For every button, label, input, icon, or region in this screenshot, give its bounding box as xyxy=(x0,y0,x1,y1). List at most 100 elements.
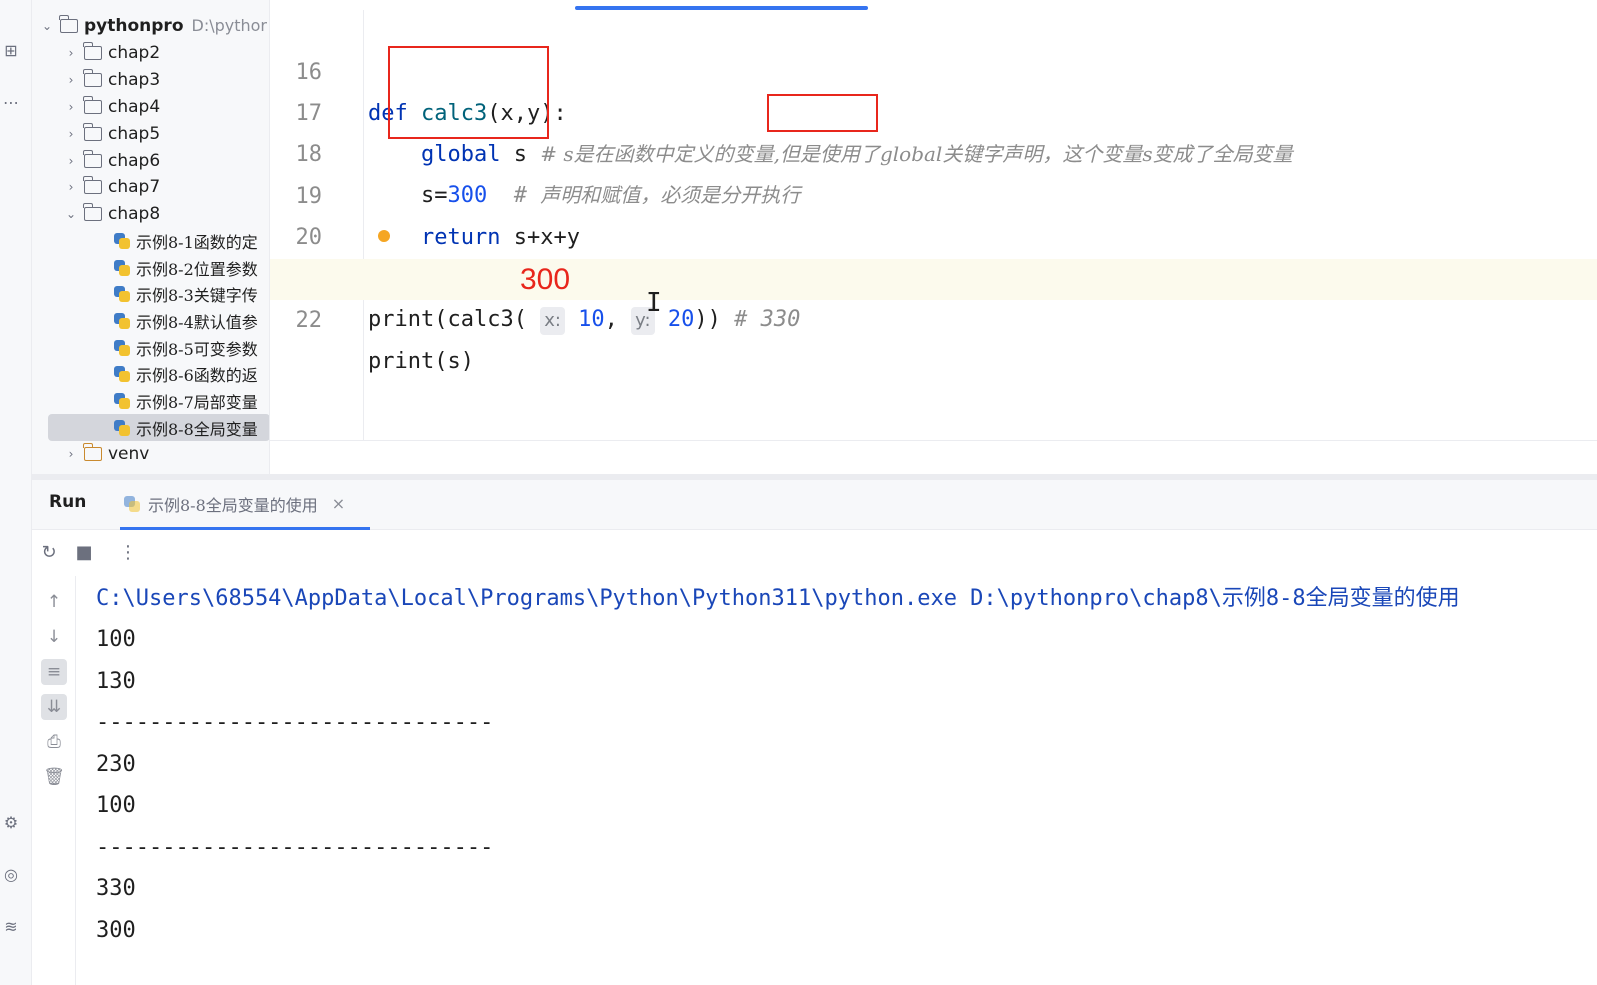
folder-label: chap4 xyxy=(108,96,161,117)
code-line[interactable]: 20 xyxy=(270,176,1597,250)
python-file-icon xyxy=(114,259,130,276)
python-file-icon xyxy=(114,312,130,329)
chevron-right-icon[interactable]: › xyxy=(64,46,78,60)
tree-file[interactable]: 示例8-2位置参数 xyxy=(32,254,269,281)
folder-label: chap8 xyxy=(108,203,161,224)
file-label: 示例8-2位置参数 xyxy=(136,259,258,279)
console-line: ------------------------------ xyxy=(96,710,494,735)
stop-icon[interactable]: ■ xyxy=(73,542,95,564)
python-file-icon xyxy=(114,232,130,249)
print-icon[interactable]: ⎙ xyxy=(41,729,67,755)
folder-icon xyxy=(83,442,102,461)
chevron-right-icon[interactable]: › xyxy=(64,127,78,141)
file-label: 示例8-8全局变量 xyxy=(136,419,258,439)
scroll-up-icon[interactable]: ↑ xyxy=(41,589,67,615)
code-text: )) xyxy=(694,307,721,332)
chevron-down-icon[interactable]: ⌄ xyxy=(64,207,78,221)
text-cursor-icon: I xyxy=(646,288,662,318)
tree-folder-chap8[interactable]: ⌄ chap8 xyxy=(32,200,269,227)
chevron-right-icon[interactable]: › xyxy=(64,73,78,87)
tree-folder-venv[interactable]: › venv xyxy=(32,440,269,467)
python-file-icon xyxy=(114,365,130,382)
folder-icon xyxy=(83,68,102,87)
console-line: 230 xyxy=(96,752,136,777)
root-path: D:\pythor xyxy=(191,16,268,35)
folder-label: chap3 xyxy=(108,69,161,90)
chevron-down-icon[interactable]: ⌄ xyxy=(40,19,54,33)
console-line: 100 xyxy=(96,793,136,818)
python-file-icon xyxy=(114,285,130,302)
run-toolbar: ↻ ■ ⋮ xyxy=(32,531,1597,576)
python-file-icon xyxy=(124,495,140,512)
chevron-right-icon[interactable]: › xyxy=(64,180,78,194)
tree-file[interactable]: 示例8-7局部变量 xyxy=(32,387,269,414)
console-line: 330 xyxy=(96,876,136,901)
scroll-down-icon[interactable]: ↓ xyxy=(41,624,67,650)
chevron-right-icon[interactable]: › xyxy=(64,447,78,461)
console-command-line: C:\Users\68554\AppData\Local\Programs\Py… xyxy=(96,586,1460,611)
tree-file[interactable]: 示例8-3关键字传 xyxy=(32,280,269,307)
tree-folder-chap5[interactable]: › chap5 xyxy=(32,120,269,147)
tree-root[interactable]: ⌄ pythonpro D:\pythor xyxy=(32,12,269,39)
soft-wrap-icon[interactable]: ≡ xyxy=(41,659,67,685)
structure-icon[interactable]: ⊞ xyxy=(0,40,22,62)
tool-window-strip: ⊞ ⋯ ⚙ ◎ ≋ xyxy=(0,0,32,985)
code-line[interactable]: 21 print(calc3( x: 10, y: 20)) # 330 xyxy=(270,217,1597,335)
folder-label: chap6 xyxy=(108,150,161,171)
file-label: 示例8-6函数的返 xyxy=(136,365,258,385)
folder-icon xyxy=(83,149,102,168)
scroll-to-end-icon[interactable]: ⇊ xyxy=(41,694,67,720)
file-label: 示例8-7局部变量 xyxy=(136,392,258,412)
code-line[interactable]: 19 return s+x+y xyxy=(270,135,1597,250)
chevron-right-icon[interactable]: › xyxy=(64,100,78,114)
line-number: 22 xyxy=(295,308,323,333)
tree-folder-chap4[interactable]: › chap4 xyxy=(32,93,269,120)
console-output[interactable]: C:\Users\68554\AppData\Local\Programs\Py… xyxy=(96,578,1597,985)
folder-icon xyxy=(83,95,102,114)
highlight-box-global xyxy=(388,46,549,139)
folder-icon xyxy=(59,14,78,33)
highlight-box-comment xyxy=(767,94,878,132)
rerun-icon[interactable]: ↻ xyxy=(38,542,60,564)
run-tab[interactable]: 示例8-8全局变量的使用 × xyxy=(120,480,370,530)
code-line-current[interactable]: 22 print(s) 300 xyxy=(270,259,1597,374)
code-text: print(calc3( xyxy=(368,307,527,332)
tree-file[interactable]: 示例8-5可变参数 xyxy=(32,334,269,361)
file-label: 示例8-1函数的定 xyxy=(136,232,258,252)
folder-icon xyxy=(83,41,102,60)
folder-icon xyxy=(83,202,102,221)
tree-folder-chap2[interactable]: › chap2 xyxy=(32,39,269,66)
debug-icon[interactable]: ⚙ xyxy=(0,812,22,834)
tree-file[interactable]: 示例8-4默认值参 xyxy=(32,307,269,334)
active-tab-indicator xyxy=(575,6,868,10)
folder-label: chap5 xyxy=(108,123,161,144)
close-icon[interactable]: × xyxy=(332,494,345,513)
tree-file[interactable]: 示例8-1函数的定 xyxy=(32,227,269,254)
python-console-icon[interactable]: ◎ xyxy=(0,864,22,886)
chevron-right-icon[interactable]: › xyxy=(64,154,78,168)
run-panel-title: Run xyxy=(49,492,87,512)
code-editor[interactable]: 16 def calc3(x,y): 17 global s # s是在函数中定… xyxy=(270,0,1597,474)
layers-icon[interactable]: ≋ xyxy=(0,916,22,938)
python-file-icon xyxy=(114,419,130,436)
console-line: ------------------------------ xyxy=(96,835,494,860)
code-comment: # 330 xyxy=(734,307,801,332)
folder-label: venv xyxy=(108,443,150,464)
run-tab-label: 示例8-8全局变量的使用 xyxy=(148,495,318,515)
trash-icon[interactable]: 🗑 xyxy=(41,764,67,790)
code-text: print(s) xyxy=(368,349,474,374)
tree-folder-chap7[interactable]: › chap7 xyxy=(32,173,269,200)
folder-icon xyxy=(83,122,102,141)
tree-file[interactable]: 示例8-6函数的返 xyxy=(32,360,269,387)
more-icon[interactable]: ⋯ xyxy=(0,92,22,114)
folder-label: chap2 xyxy=(108,42,161,63)
number-literal: 10 xyxy=(578,307,605,332)
tree-folder-chap3[interactable]: › chap3 xyxy=(32,66,269,93)
more-options-icon[interactable]: ⋮ xyxy=(117,542,139,564)
tree-folder-chap6[interactable]: › chap6 xyxy=(32,147,269,174)
console-line: 100 xyxy=(96,627,136,652)
tree-file-selected[interactable]: 示例8-8全局变量 xyxy=(48,414,269,441)
number-literal: 20 xyxy=(667,307,695,332)
file-label: 示例8-5可变参数 xyxy=(136,339,258,359)
project-tree: ⌄ pythonpro D:\pythor › chap2 › chap3 › … xyxy=(32,0,270,480)
